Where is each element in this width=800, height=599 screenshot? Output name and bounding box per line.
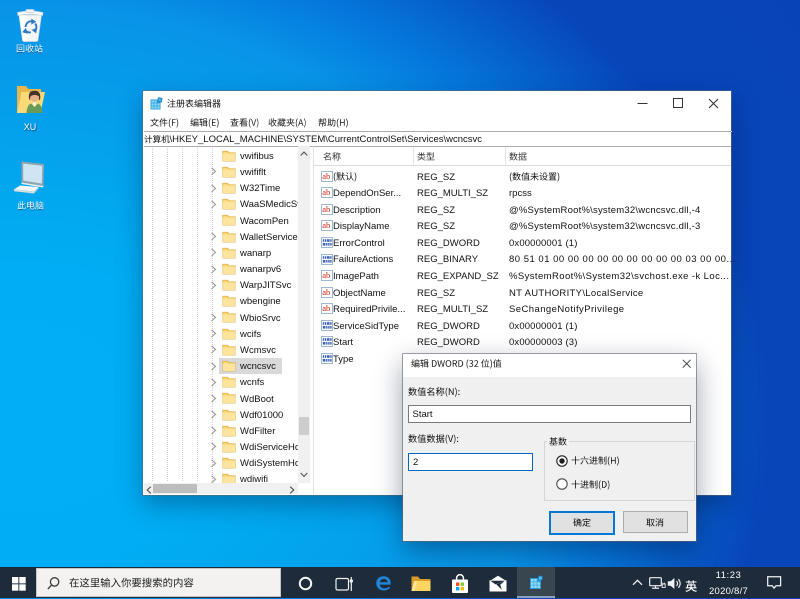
svg-text:ab: ab <box>322 221 330 231</box>
svg-text:ab: ab <box>322 270 330 280</box>
svg-text:ab: ab <box>322 187 330 197</box>
svg-text:ab: ab <box>322 171 330 181</box>
svg-text:ab: ab <box>322 303 330 313</box>
svg-text:ab: ab <box>322 287 330 297</box>
svg-text:ab: ab <box>322 204 330 214</box>
